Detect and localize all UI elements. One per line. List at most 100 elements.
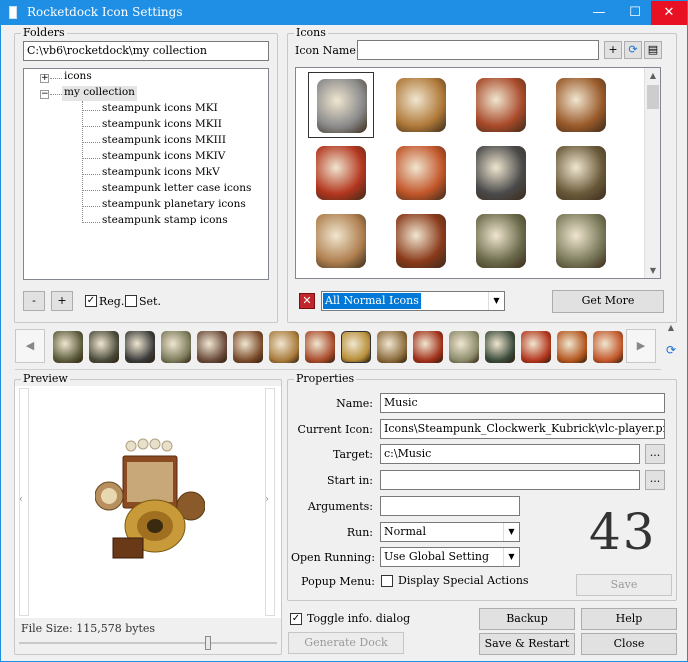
camera-icon[interactable] — [125, 331, 155, 363]
title-bar[interactable]: Rocketdock Icon Settings — ☐ ✕ — [1, 1, 687, 25]
tree-item-steampunk-stamp[interactable]: steampunk stamp icons — [102, 214, 228, 229]
icon-thumb-4[interactable] — [548, 72, 614, 138]
backup-button[interactable]: Backup — [479, 608, 575, 630]
folder-path-field[interactable]: C:\vb6\rocketdock\my collection — [23, 41, 269, 61]
icon-thumb-12[interactable] — [548, 208, 614, 274]
icon-thumb-2[interactable] — [388, 72, 454, 138]
close-window-button[interactable]: ✕ — [651, 1, 687, 25]
preview-prev-icon[interactable]: ‹ — [19, 494, 23, 505]
tree-item-steampunk-planetary[interactable]: steampunk planetary icons — [102, 198, 246, 213]
valve-icon[interactable] — [449, 331, 479, 363]
set-label: Set. — [139, 295, 161, 308]
browse-start-in-button[interactable]: ... — [645, 470, 665, 490]
safe-icon[interactable] — [485, 331, 515, 363]
save-button[interactable]: Save — [576, 574, 672, 596]
start-in-field[interactable] — [380, 470, 640, 490]
machine-icon[interactable] — [197, 331, 227, 363]
icon-thumb-5[interactable] — [308, 140, 374, 206]
collapse-dock-icon[interactable]: ▲ — [663, 323, 679, 335]
tree-item-icons[interactable]: icons — [64, 70, 92, 85]
tree-item-steampunk-mki[interactable]: steampunk icons MKI — [102, 102, 218, 117]
list-view-icon[interactable]: ▤ — [644, 41, 662, 59]
arguments-field[interactable] — [380, 496, 520, 516]
icon-thumb-9[interactable] — [308, 208, 374, 274]
dock-scroll-left-icon[interactable]: ◀ — [15, 329, 45, 363]
stamp-magnifier-icon — [556, 214, 606, 268]
tree-item-steampunk-mkii[interactable]: steampunk icons MKII — [102, 118, 222, 133]
reg-checkbox[interactable]: ✓ — [85, 295, 97, 307]
lamp-icon[interactable] — [53, 331, 83, 363]
collapse-my-collection-toggle[interactable]: − — [40, 90, 49, 99]
dock-strip[interactable]: ◀ ▶ — [15, 327, 661, 367]
add-folder-button[interactable]: + — [51, 291, 73, 311]
icon-grid-scrollbar[interactable]: ▲ ▼ — [644, 68, 660, 278]
preview-size-slider[interactable] — [19, 635, 277, 651]
expand-icons-toggle[interactable]: + — [40, 74, 49, 83]
icon-grid[interactable]: ▲ ▼ — [295, 67, 661, 279]
icon-thumb-1[interactable] — [308, 72, 374, 138]
globe-stand-icon — [556, 78, 606, 132]
toggle-info-checkbox[interactable]: ✓ — [290, 613, 302, 625]
get-more-button[interactable]: Get More — [552, 290, 664, 313]
tree-item-steampunk-mkiii[interactable]: steampunk icons MKIII — [102, 134, 226, 149]
slider-thumb[interactable] — [205, 636, 211, 650]
folder-tree[interactable]: + icons − my collection steampunk icons … — [23, 68, 269, 280]
icon-name-input[interactable] — [357, 40, 599, 60]
tree-item-steampunk-mkv[interactable]: steampunk icons MkV — [102, 166, 220, 181]
help-button[interactable]: Help — [581, 608, 677, 630]
tree-item-my-collection[interactable]: my collection — [62, 86, 137, 101]
icon-thumb-6[interactable] — [388, 140, 454, 206]
lantern-icon[interactable] — [521, 331, 551, 363]
icon-filter-select[interactable]: All Normal Icons ▼ — [321, 291, 505, 311]
gear-eye-icon — [317, 79, 367, 133]
delete-icon[interactable]: ✕ — [299, 293, 315, 309]
close-button[interactable]: Close — [581, 633, 677, 655]
current-icon-label: Current Icon: — [297, 423, 373, 436]
run-select[interactable]: Normal ▼ — [380, 522, 520, 542]
tree-item-steampunk-letter-case[interactable]: steampunk letter case icons — [102, 182, 251, 197]
remove-folder-button[interactable]: - — [23, 291, 45, 311]
browse-target-button[interactable]: ... — [645, 444, 665, 464]
scroll-up-icon[interactable]: ▲ — [645, 71, 661, 80]
popup-menu-label: Popup Menu: — [301, 575, 375, 588]
refresh-icon[interactable]: ⟳ — [624, 41, 642, 59]
display-special-actions-checkbox[interactable] — [381, 575, 393, 587]
save-restart-button[interactable]: Save & Restart — [479, 633, 575, 655]
orb-icon[interactable] — [593, 331, 623, 363]
dock-scroll-right-icon[interactable]: ▶ — [626, 329, 656, 363]
target-field[interactable]: c:\Music — [380, 444, 640, 464]
icon-thumb-3[interactable] — [468, 72, 534, 138]
icon-thumb-10[interactable] — [388, 208, 454, 274]
add-icon-button[interactable]: + — [604, 41, 622, 59]
set-checkbox[interactable] — [125, 295, 137, 307]
name-field[interactable]: Music — [380, 393, 665, 413]
maximize-button[interactable]: ☐ — [617, 1, 653, 25]
scroll-thumb[interactable] — [647, 85, 659, 109]
current-icon-field[interactable]: Icons\Steampunk_Clockwerk_Kubrick\vlc-pl… — [380, 419, 665, 439]
globe-icon[interactable] — [377, 331, 407, 363]
file-size-label: File Size: 115,578 bytes — [21, 622, 156, 635]
generate-dock-button[interactable]: Generate Dock — [288, 632, 404, 654]
window-title: Rocketdock Icon Settings — [27, 5, 183, 19]
scroll-down-icon[interactable]: ▼ — [645, 266, 661, 275]
tree-item-steampunk-mkiv[interactable]: steampunk icons MKIV — [102, 150, 225, 165]
icon-thumb-7[interactable] — [468, 140, 534, 206]
icon-thumb-8[interactable] — [548, 140, 614, 206]
medal-icon[interactable] — [557, 331, 587, 363]
name-label: Name: — [336, 397, 373, 410]
minimize-button[interactable]: — — [581, 1, 617, 25]
metronome-icon — [476, 78, 526, 132]
cabinet-icon[interactable] — [233, 331, 263, 363]
run-label: Run: — [346, 526, 373, 539]
syringe-icon — [396, 78, 446, 132]
stamp-icon[interactable] — [161, 331, 191, 363]
gramophone-icon[interactable] — [269, 331, 299, 363]
mirror-icon[interactable] — [413, 331, 443, 363]
refresh-dock-icon[interactable]: ⟳ — [663, 343, 679, 359]
gramophone-selected-icon[interactable] — [341, 331, 371, 363]
open-running-select[interactable]: Use Global Setting ▼ — [380, 547, 520, 567]
icon-thumb-11[interactable] — [468, 208, 534, 274]
preview-next-icon[interactable]: › — [265, 494, 269, 505]
metronome-icon[interactable] — [305, 331, 335, 363]
typewriter-icon[interactable] — [89, 331, 119, 363]
